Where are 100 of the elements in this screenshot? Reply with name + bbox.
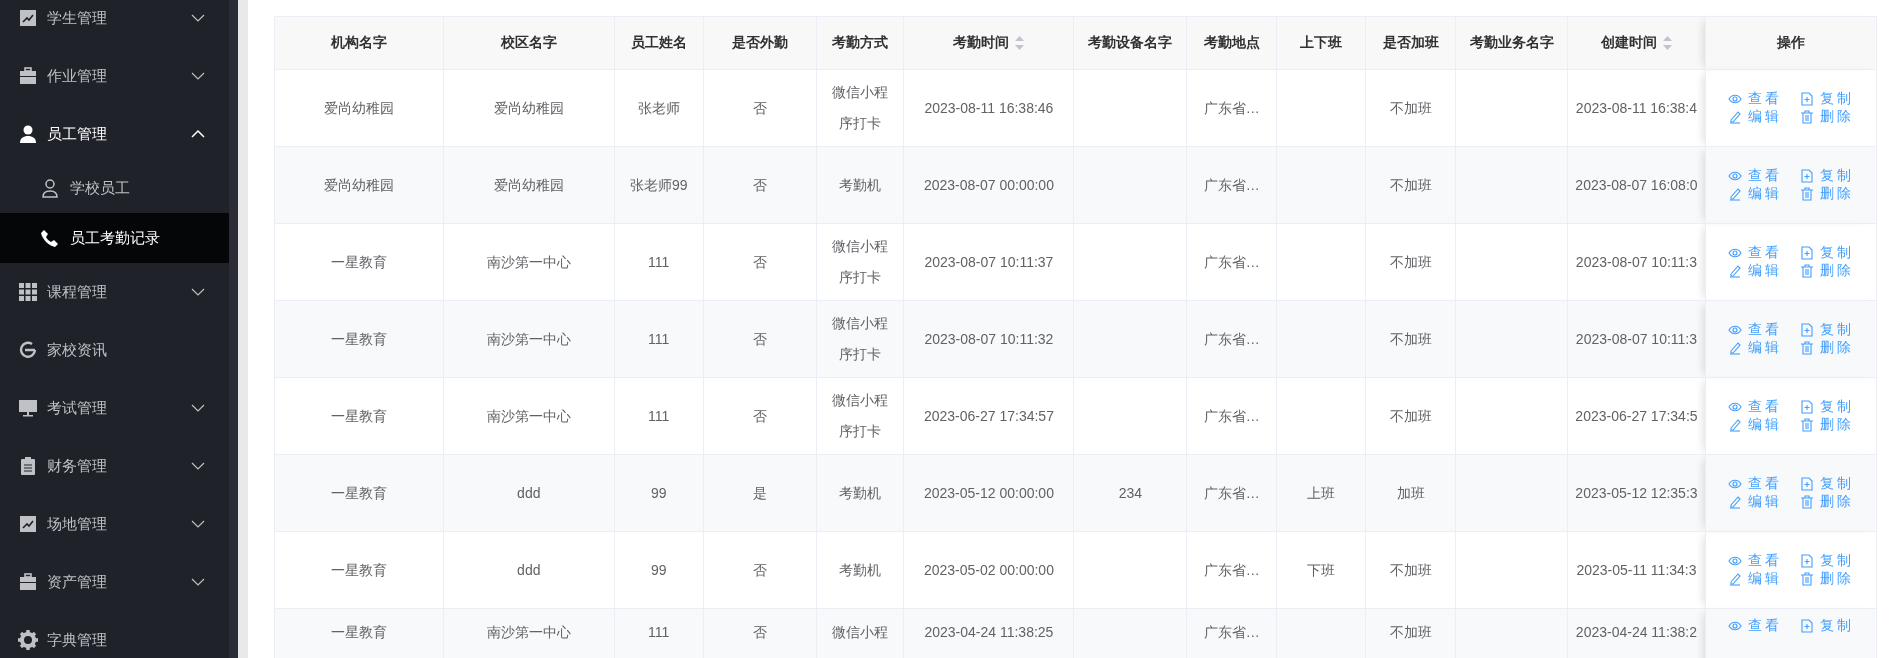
copy-link[interactable]: 复制: [1799, 475, 1854, 493]
delete-link[interactable]: 删除: [1799, 416, 1854, 434]
edit-link[interactable]: 编辑: [1727, 570, 1782, 588]
sidebar-subitem[interactable]: 员工考勤记录: [0, 213, 229, 263]
copy-link[interactable]: 复制: [1799, 617, 1854, 635]
table-cell: ddd: [443, 454, 615, 532]
column-header: 员工姓名: [614, 16, 704, 70]
table-cell: 否: [703, 300, 817, 378]
edit-link[interactable]: 编辑: [1727, 185, 1782, 203]
copy-link[interactable]: 复制: [1799, 321, 1854, 339]
delete-link[interactable]: 删除: [1799, 185, 1854, 203]
trash-icon: [1799, 418, 1814, 432]
sidebar-item[interactable]: 考试管理: [0, 379, 229, 437]
clipboard-icon: [18, 456, 38, 476]
view-link[interactable]: 查看: [1727, 244, 1782, 262]
table-cell: 爱尚幼稚园: [443, 146, 615, 224]
document-plus-icon: [1799, 400, 1814, 414]
sidebar-item[interactable]: 学生管理: [0, 0, 229, 47]
table-cell: 2023-05-02 00:00:00: [904, 531, 1074, 609]
table-cell: 2023-08-11 16:38:4: [1567, 69, 1706, 147]
sidebar-item[interactable]: 资产管理: [0, 553, 229, 611]
copy-link[interactable]: 复制: [1799, 244, 1854, 262]
view-link[interactable]: 查看: [1727, 321, 1782, 339]
pencil-icon: [1727, 572, 1742, 586]
copy-link[interactable]: 复制: [1799, 90, 1854, 108]
table-cell: 111: [614, 223, 704, 301]
edit-link[interactable]: 编辑: [1727, 108, 1782, 126]
sidebar-item[interactable]: 字典管理: [0, 611, 229, 658]
table-cell: 否: [703, 377, 817, 455]
user-icon: [40, 178, 60, 198]
eye-icon: [1727, 323, 1742, 337]
sidebar-item[interactable]: 场地管理: [0, 495, 229, 553]
edit-link[interactable]: 编辑: [1727, 262, 1782, 280]
view-link[interactable]: 查看: [1727, 475, 1782, 493]
column-header: 上下班: [1276, 16, 1366, 70]
pencil-icon: [1727, 110, 1742, 124]
table-cell: 2023-08-07 16:08:0: [1567, 146, 1706, 224]
pencil-icon: [1727, 187, 1742, 201]
table-cell: 2023-08-07 10:11:32: [904, 300, 1074, 378]
table-cell: 考勤机: [816, 454, 904, 532]
table-cell: 是: [703, 454, 817, 532]
sidebar-item[interactable]: 财务管理: [0, 437, 229, 495]
table-cell: 上班: [1276, 454, 1366, 532]
monitor-icon: [18, 398, 38, 418]
pencil-icon: [1727, 418, 1742, 432]
table-cell: 2023-05-12 12:35:3: [1567, 454, 1706, 532]
table-cell: 2023-08-07 10:11:3: [1567, 300, 1706, 378]
table-cell: 广东省…: [1186, 454, 1277, 532]
document-plus-icon: [1799, 246, 1814, 260]
edit-link[interactable]: 编辑: [1727, 416, 1782, 434]
document-plus-icon: [1799, 477, 1814, 491]
table-cell: 2023-08-07 10:11:3: [1567, 223, 1706, 301]
copy-link[interactable]: 复制: [1799, 167, 1854, 185]
delete-link[interactable]: 删除: [1799, 108, 1854, 126]
sidebar-item[interactable]: 家校资讯: [0, 321, 229, 379]
sidebar-subitem[interactable]: 学校员工: [0, 163, 229, 213]
table-cell: 张老师: [614, 69, 704, 147]
table-cell: 一星教育: [274, 608, 444, 658]
copy-link[interactable]: 复制: [1799, 552, 1854, 570]
eye-icon: [1727, 619, 1742, 633]
column-header: 考勤设备名字: [1073, 16, 1187, 70]
sidebar-item[interactable]: 课程管理: [0, 263, 229, 321]
copy-link[interactable]: 复制: [1799, 398, 1854, 416]
table-cell: 广东省…: [1186, 608, 1277, 658]
edit-link[interactable]: 编辑: [1727, 339, 1782, 357]
table-cell: 微信小程: [816, 608, 904, 658]
sidebar-item[interactable]: 作业管理: [0, 47, 229, 105]
view-link[interactable]: 查看: [1727, 90, 1782, 108]
delete-link[interactable]: 删除: [1799, 339, 1854, 357]
table-cell: 2023-06-27 17:34:57: [904, 377, 1074, 455]
eye-icon: [1727, 477, 1742, 491]
delete-link[interactable]: 删除: [1799, 570, 1854, 588]
table-cell: 考勤机: [816, 531, 904, 609]
table-cell: 加班: [1365, 454, 1456, 532]
chart-icon: [18, 514, 38, 534]
table-cell: 否: [703, 146, 817, 224]
table-cell: 南沙第一中心: [443, 377, 615, 455]
view-link[interactable]: 查看: [1727, 617, 1782, 635]
table-cell: 2023-08-07 10:11:37: [904, 223, 1074, 301]
grid-icon: [18, 282, 38, 302]
column-header: 是否加班: [1365, 16, 1456, 70]
table-cell: 南沙第一中心: [443, 608, 615, 658]
table-cell: 111: [614, 608, 704, 658]
settings-icon: [18, 630, 38, 650]
view-link[interactable]: 查看: [1727, 552, 1782, 570]
table-cell: 否: [703, 531, 817, 609]
view-link[interactable]: 查看: [1727, 167, 1782, 185]
table-cell: 微信小程序打卡: [816, 377, 904, 455]
document-plus-icon: [1799, 554, 1814, 568]
briefcase-icon: [18, 572, 38, 592]
table-cell: 微信小程序打卡: [816, 69, 904, 147]
sidebar-item[interactable]: 员工管理: [0, 105, 229, 163]
table-cell: 不加班: [1365, 69, 1456, 147]
document-plus-icon: [1799, 169, 1814, 183]
view-link[interactable]: 查看: [1727, 398, 1782, 416]
table-cell: 99: [614, 454, 704, 532]
delete-link[interactable]: 删除: [1799, 262, 1854, 280]
table-cell: 否: [703, 223, 817, 301]
edit-link[interactable]: 编辑: [1727, 493, 1782, 511]
delete-link[interactable]: 删除: [1799, 493, 1854, 511]
